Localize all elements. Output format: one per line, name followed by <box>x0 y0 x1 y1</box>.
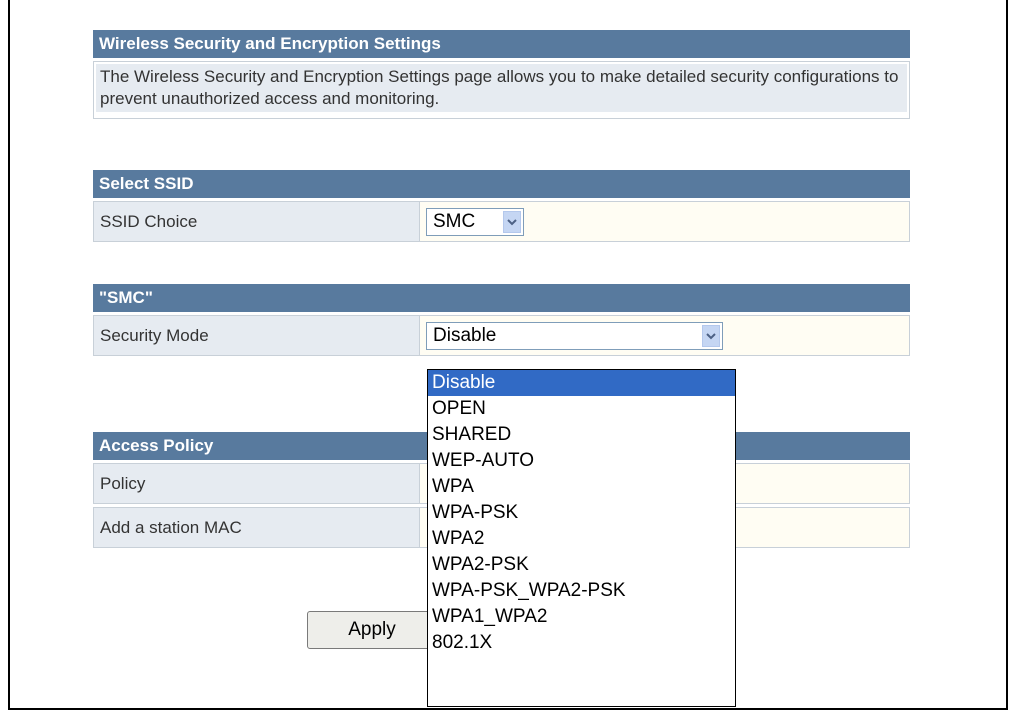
ssid-select[interactable]: SMC <box>426 208 524 236</box>
description-box: The Wireless Security and Encryption Set… <box>93 61 910 119</box>
option-wpa1-wpa2[interactable]: WPA1_WPA2 <box>428 604 735 630</box>
security-mode-select[interactable]: Disable <box>426 322 723 350</box>
station-mac-label: Add a station MAC <box>93 507 420 548</box>
security-mode-value: Disable <box>433 325 497 346</box>
security-mode-cell: Disable <box>420 315 910 356</box>
option-disable[interactable]: Disable <box>428 370 735 396</box>
option-wpa[interactable]: WPA <box>428 474 735 500</box>
option-shared[interactable]: SHARED <box>428 422 735 448</box>
option-wpa-psk-wpa2-psk[interactable]: WPA-PSK_WPA2-PSK <box>428 578 735 604</box>
security-mode-label: Security Mode <box>93 315 420 356</box>
wireless-security-section: Wireless Security and Encryption Setting… <box>93 30 910 119</box>
ssid-select-value: SMC <box>433 211 476 232</box>
chevron-down-icon[interactable] <box>702 325 720 347</box>
select-ssid-header: Select SSID <box>93 170 910 198</box>
ssid-choice-row: SSID Choice SMC <box>93 201 910 242</box>
option-wpa2[interactable]: WPA2 <box>428 526 735 552</box>
option-open[interactable]: OPEN <box>428 396 735 422</box>
option-wpa2-psk[interactable]: WPA2-PSK <box>428 552 735 578</box>
option-wep-auto[interactable]: WEP-AUTO <box>428 448 735 474</box>
security-mode-dropdown: Disable OPEN SHARED WEP-AUTO WPA WPA-PSK… <box>427 369 736 707</box>
smc-header: "SMC" <box>93 284 910 312</box>
security-mode-row: Security Mode Disable <box>93 315 910 356</box>
ssid-choice-label: SSID Choice <box>93 201 420 242</box>
smc-section: "SMC" Security Mode Disable <box>93 284 910 356</box>
option-802-1x[interactable]: 802.1X <box>428 630 735 656</box>
policy-label: Policy <box>93 463 420 504</box>
description-text: The Wireless Security and Encryption Set… <box>96 64 907 112</box>
apply-button[interactable]: Apply <box>307 611 437 649</box>
wireless-security-header: Wireless Security and Encryption Setting… <box>93 30 910 58</box>
ssid-choice-cell: SMC <box>420 201 910 242</box>
option-wpa-psk[interactable]: WPA-PSK <box>428 500 735 526</box>
select-ssid-section: Select SSID SSID Choice SMC <box>93 170 910 242</box>
chevron-down-icon[interactable] <box>503 211 521 233</box>
